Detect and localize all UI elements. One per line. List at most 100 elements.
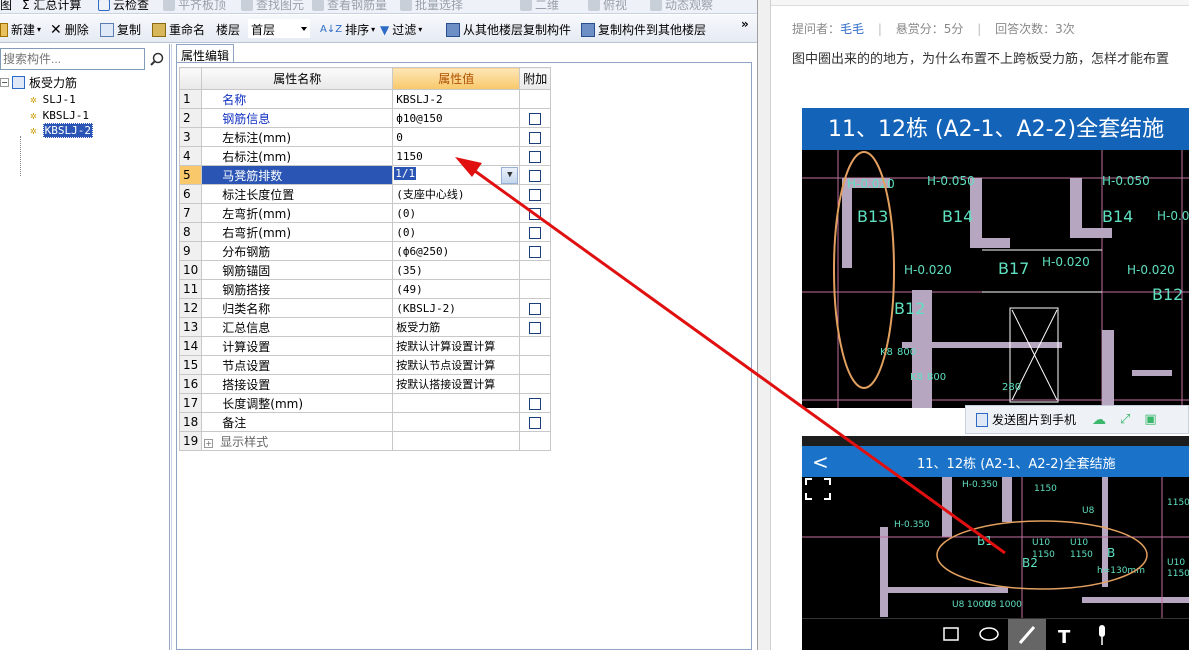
column-header-name[interactable]: 属性名称 <box>201 67 394 90</box>
extra-checkbox[interactable] <box>529 416 542 429</box>
table-row[interactable]: 7 左弯折(mm) (0) <box>178 203 552 223</box>
chevron-down-icon[interactable]: ▼ <box>501 166 519 184</box>
component-search-input[interactable] <box>0 48 145 70</box>
table-row-selected[interactable]: 5 马凳筋排数 1/1 ▼ <box>178 165 552 185</box>
summary-calc-button[interactable]: Σ 汇总计算 <box>22 0 81 13</box>
property-value[interactable]: (KBSLJ-2) <box>392 298 521 318</box>
table-row[interactable]: 19 + 显示样式 <box>178 431 552 451</box>
extra-checkbox[interactable] <box>529 245 542 258</box>
back-arrow-icon[interactable]: < <box>812 450 829 474</box>
floor-select[interactable]: 首层 <box>248 19 310 38</box>
property-value[interactable]: (0) <box>392 222 521 242</box>
copy-to-floor-button[interactable]: 复制构件到其他楼层 <box>581 21 706 38</box>
new-button[interactable]: 新建 ▾ <box>0 21 41 38</box>
toolbar1-item-0[interactable]: 图 <box>0 0 12 13</box>
extra-checkbox[interactable] <box>529 321 542 334</box>
property-value-editor[interactable]: 1/1 ▼ <box>392 165 521 185</box>
question-image-1[interactable]: 11、12栋 (A2-1、A2-2)全套结施 H-0.020 B13 H-0.0… <box>802 108 1189 408</box>
save-icon[interactable]: ▣ <box>1144 412 1156 427</box>
send-to-phone-button[interactable]: 发送图片到手机 <box>992 411 1076 428</box>
toolbar-overflow-button[interactable]: » <box>741 17 749 31</box>
batch-select-button[interactable]: 批量选择 <box>400 0 463 13</box>
table-row[interactable]: 17 长度调整(mm) <box>178 393 552 413</box>
find-element-button[interactable]: 查找图元 <box>241 0 304 13</box>
table-row[interactable]: 1 名称 KBSLJ-2 <box>178 89 552 109</box>
text-tool-icon[interactable]: T <box>1058 627 1071 648</box>
view-2d-select[interactable]: 二维 <box>520 0 559 13</box>
table-row[interactable]: 2 钢筋信息 ф10@150 <box>178 108 552 128</box>
extra-checkbox[interactable] <box>529 112 542 125</box>
property-value[interactable]: (49) <box>392 279 521 299</box>
extra-checkbox[interactable] <box>529 131 542 144</box>
orbit-view-button[interactable]: 动态观察 <box>650 0 713 13</box>
delete-button[interactable]: ✕ 删除 <box>50 21 89 38</box>
property-value[interactable] <box>392 393 521 413</box>
rectangle-tool-icon[interactable] <box>943 627 959 641</box>
table-row[interactable]: 6 标注长度位置 (支座中心线) <box>178 184 552 204</box>
property-value[interactable]: 1150 <box>392 146 521 166</box>
property-value[interactable] <box>392 431 521 451</box>
asker-link[interactable]: 毛毛 <box>840 22 864 36</box>
extra-checkbox[interactable] <box>529 188 542 201</box>
question-image-2[interactable]: < 11、12栋 (A2-1、A2-2)全套结施 H-0.350 H-0.350… <box>802 436 1189 650</box>
tree-item-kbslj-1[interactable]: ✲ KBSLJ-1 <box>30 108 89 123</box>
property-value[interactable]: (支座中心线) <box>392 184 521 204</box>
cloud-check-button[interactable]: 云检查 <box>98 0 149 13</box>
property-value[interactable]: ф10@150 <box>392 108 521 128</box>
view-rebar-button[interactable]: 查看钢筋量 <box>312 0 387 13</box>
mic-icon[interactable] <box>1099 625 1105 637</box>
collapse-icon[interactable]: − <box>0 77 9 87</box>
extra-checkbox[interactable] <box>529 226 542 239</box>
extra-checkbox[interactable] <box>529 150 542 163</box>
expand-icon[interactable]: ⤢ <box>1120 412 1130 427</box>
table-row[interactable]: 9 分布钢筋 (ф6@250) <box>178 241 552 261</box>
value-dropdown[interactable]: 1/1 ▼ <box>394 166 519 184</box>
row-index: 1 <box>178 89 203 109</box>
property-value[interactable]: KBSLJ-2 <box>392 89 521 109</box>
table-row[interactable]: 16 搭接设置 按默认搭接设置计算 <box>178 374 552 394</box>
search-button[interactable] <box>146 48 168 70</box>
window-scrollbar[interactable] <box>757 0 771 650</box>
cloud-icon[interactable]: ☁ <box>1092 412 1106 428</box>
property-value[interactable]: (35) <box>392 260 521 280</box>
copy-button[interactable]: 复制 <box>100 21 141 38</box>
property-value[interactable]: 按默认计算设置计算 <box>392 336 521 356</box>
tree-item-kbslj-2[interactable]: ✲ KBSLJ-2 <box>30 123 93 138</box>
table-row[interactable]: 8 右弯折(mm) (0) <box>178 222 552 242</box>
fullscreen-icon[interactable] <box>805 478 831 500</box>
selected-value-text[interactable]: 1/1 <box>394 166 417 180</box>
sort-button[interactable]: A↓Z 排序 ▾ <box>320 21 375 38</box>
table-row[interactable]: 12 归类名称 (KBSLJ-2) <box>178 298 552 318</box>
tree-item-slj-1[interactable]: ✲ SLJ-1 <box>30 92 76 107</box>
extra-checkbox[interactable] <box>529 302 542 315</box>
table-row[interactable]: 14 计算设置 按默认计算设置计算 <box>178 336 552 356</box>
table-row[interactable]: 13 汇总信息 板受力筋 <box>178 317 552 337</box>
property-value[interactable]: 按默认节点设置计算 <box>392 355 521 375</box>
property-value[interactable]: 按默认搭接设置计算 <box>392 374 521 394</box>
rename-button[interactable]: 重命名 <box>152 21 205 38</box>
tree-root-rebar[interactable]: − 板受力筋 <box>0 74 77 90</box>
property-value[interactable] <box>392 412 521 432</box>
column-header-value[interactable]: 属性值 <box>392 67 521 90</box>
extra-checkbox[interactable] <box>529 397 542 410</box>
align-top-button[interactable]: 平齐板顶 <box>163 0 226 13</box>
tab-property-edit[interactable]: 属性编辑 <box>176 44 234 63</box>
property-value[interactable]: (ф6@250) <box>392 241 521 261</box>
top-view-select[interactable]: 俯视 <box>588 0 627 13</box>
table-row[interactable]: 10 钢筋锚固 (35) <box>178 260 552 280</box>
table-row[interactable]: 11 钢筋搭接 (49) <box>178 279 552 299</box>
extra-checkbox[interactable] <box>529 207 542 220</box>
ellipse-tool-icon[interactable] <box>979 627 999 641</box>
property-value[interactable]: (0) <box>392 203 521 223</box>
column-header-extra[interactable]: 附加 <box>519 67 552 90</box>
table-row[interactable]: 18 备注 <box>178 412 552 432</box>
extra-checkbox[interactable] <box>529 169 542 182</box>
table-row[interactable]: 3 左标注(mm) 0 <box>178 127 552 147</box>
filter-button[interactable]: ▼ 过滤 ▾ <box>380 21 422 38</box>
property-value[interactable]: 0 <box>392 127 521 147</box>
property-value[interactable]: 板受力筋 <box>392 317 521 337</box>
table-row[interactable]: 15 节点设置 按默认节点设置计算 <box>178 355 552 375</box>
table-row[interactable]: 4 右标注(mm) 1150 <box>178 146 552 166</box>
copy-from-floor-button[interactable]: 从其他楼层复制构件 <box>446 21 571 38</box>
expand-icon[interactable]: + <box>204 438 214 448</box>
